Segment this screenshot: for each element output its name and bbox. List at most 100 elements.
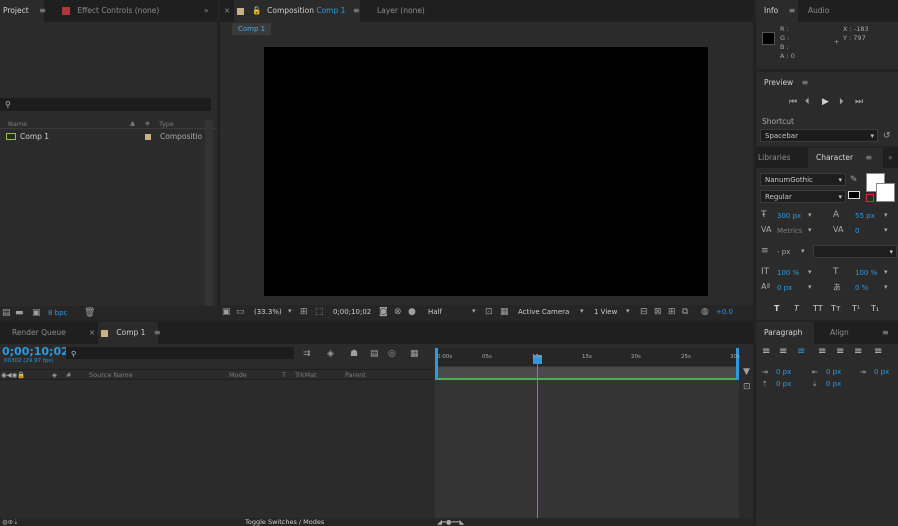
faux-italic-button[interactable]: T <box>794 304 799 313</box>
transparency-grid-icon[interactable]: ▦ <box>500 307 509 317</box>
panel-menu-icon[interactable]: ≡ <box>865 153 872 162</box>
tab-audio[interactable]: Audio <box>808 0 838 22</box>
toggle-switches-modes[interactable]: Toggle Switches / Modes <box>245 518 324 526</box>
close-tab-icon[interactable]: × <box>224 0 232 22</box>
show-snapshot-icon[interactable]: ⊗ <box>394 307 402 317</box>
font-size-value[interactable]: 300 px <box>777 212 801 220</box>
resolution-dropdown[interactable]: Half <box>428 308 442 316</box>
snapshot-camera-icon[interactable]: ◙ <box>379 307 388 317</box>
next-frame-icon[interactable]: ⏵ <box>839 97 844 107</box>
view-layout-dropdown[interactable]: 1 View <box>594 308 617 316</box>
tab-timeline-comp[interactable]: Comp 1 ≡ <box>98 322 161 344</box>
grid-icon[interactable]: ⊞ <box>300 307 308 317</box>
interpret-footage-icon[interactable]: ▤ <box>2 308 11 318</box>
panel-overflow-icon[interactable]: » <box>888 148 898 168</box>
no-color-swatch[interactable] <box>866 194 874 202</box>
sort-up-icon[interactable]: ▲ <box>130 119 135 127</box>
panel-menu-icon[interactable]: ≡ <box>353 6 360 15</box>
col-mode[interactable]: Mode <box>229 371 247 379</box>
panel-menu-icon[interactable]: ≡ <box>882 322 892 344</box>
tab-effect-controls[interactable]: Effect Controls (none) <box>62 0 197 22</box>
project-list-item[interactable]: Comp 1 Compositio ⧉ <box>0 131 217 143</box>
timeline-track-area[interactable] <box>435 348 739 518</box>
zoom-slider[interactable]: ◢━●━━◣ <box>437 518 464 526</box>
label-tag-icon[interactable]: ◈ <box>145 119 150 127</box>
comp-mini-flowchart-icon[interactable]: ⇉ <box>303 349 311 359</box>
trash-icon[interactable]: 🗑 <box>84 308 95 318</box>
new-composition-icon[interactable]: ▣ <box>32 308 41 318</box>
panel-menu-icon[interactable]: ≡ <box>154 328 161 337</box>
lock-icon[interactable]: 🔓 <box>252 6 261 15</box>
kerning-value[interactable]: Metrics <box>777 227 802 235</box>
bpc-label[interactable]: 8 bpc <box>48 309 67 317</box>
justify-center-icon[interactable]: ≡ <box>836 346 844 357</box>
indent-first-value[interactable]: 0 px <box>874 368 889 376</box>
align-center-icon[interactable]: ≡ <box>779 346 787 357</box>
leading-value[interactable]: 55 px <box>855 212 875 220</box>
space-before-value[interactable]: 0 px <box>776 380 791 388</box>
always-preview-icon[interactable]: ▣ <box>222 307 231 317</box>
reset-shortcut-icon[interactable]: ↺ <box>883 131 891 141</box>
close-tab-icon[interactable]: × <box>89 322 97 344</box>
panel-menu-icon[interactable]: ≡ <box>789 6 796 15</box>
mask-visibility-icon[interactable]: ⬚ <box>315 307 324 317</box>
all-caps-button[interactable]: TT <box>813 304 823 313</box>
vertical-scale-value[interactable]: 100 % <box>777 269 799 277</box>
stroke-color-swatch[interactable] <box>876 183 895 202</box>
justify-right-icon[interactable]: ≡ <box>854 346 862 357</box>
col-source-name[interactable]: Source Name <box>89 371 133 379</box>
zoom-dropdown[interactable]: (33.3%) <box>254 308 282 316</box>
tab-libraries[interactable]: Libraries <box>758 148 798 168</box>
tab-info[interactable]: Info ≡ <box>756 0 798 22</box>
timeline-navigator-icon[interactable]: ⊡ <box>743 382 751 392</box>
justify-left-icon[interactable]: ≡ <box>818 346 826 357</box>
black-swatch[interactable] <box>848 191 860 199</box>
region-of-interest-icon[interactable]: ⊡ <box>485 307 493 317</box>
comp-subtab[interactable]: Comp 1 <box>232 23 272 35</box>
col-trkmat[interactable]: TrkMat <box>295 371 317 379</box>
col-parent[interactable]: Parent <box>345 371 366 379</box>
align-left-icon[interactable]: ≡ <box>762 346 770 357</box>
graph-editor-icon[interactable]: ▦ <box>410 349 419 359</box>
shortcut-dropdown[interactable]: Spacebar ▾ <box>760 129 878 142</box>
stroke-style-dropdown[interactable]: ▾ <box>813 245 897 258</box>
work-area-end-handle[interactable] <box>736 348 739 380</box>
draft-3d-icon[interactable]: ◈ <box>327 349 334 359</box>
composition-viewer[interactable] <box>264 47 708 296</box>
work-area-bar[interactable] <box>435 367 739 378</box>
tab-paragraph[interactable]: Paragraph <box>756 322 814 344</box>
comp-marker-bin-icon[interactable]: ▼ <box>743 367 750 377</box>
work-area-start-handle[interactable] <box>435 348 438 380</box>
last-frame-icon[interactable]: ⏭ <box>855 97 863 107</box>
panel-menu-icon[interactable]: ≡ <box>39 6 46 15</box>
channel-icon[interactable]: ● <box>408 307 416 317</box>
tab-project[interactable]: Project ≡ <box>0 0 46 22</box>
camera-dropdown[interactable]: Active Camera <box>518 308 569 316</box>
exposure-value[interactable]: +0.0 <box>716 308 733 316</box>
tab-character[interactable]: Character ≡ <box>808 148 883 168</box>
superscript-button[interactable]: T¹ <box>852 304 860 313</box>
space-after-value[interactable]: 0 px <box>826 380 841 388</box>
first-frame-icon[interactable]: ⏮ <box>789 97 797 107</box>
tsume-value[interactable]: 0 % <box>855 284 868 292</box>
previous-frame-icon[interactable]: ⏴ <box>805 97 810 107</box>
tab-align[interactable]: Align <box>830 322 860 344</box>
font-family-dropdown[interactable]: NanumGothic ▾ <box>760 173 846 186</box>
new-folder-icon[interactable]: ▬ <box>15 308 24 318</box>
align-right-icon[interactable]: ≡ <box>797 346 805 357</box>
font-style-dropdown[interactable]: Regular ▾ <box>760 190 846 203</box>
panel-menu-icon[interactable]: ≡ <box>802 78 809 87</box>
timeline-search-input[interactable]: ⚲ <box>66 347 294 359</box>
toggle-pixel-aspect-icon[interactable]: ⊟ <box>640 307 648 317</box>
timeline-icon[interactable]: ⊞ <box>668 307 676 317</box>
tab-composition[interactable]: 🔓 Composition Comp 1 ≡ <box>234 0 360 22</box>
comp-timecode[interactable]: 0;00;10;02 <box>333 308 371 316</box>
col-name-header[interactable]: Name <box>8 120 27 128</box>
faux-bold-button[interactable]: T <box>774 304 779 313</box>
hide-shy-layers-icon[interactable]: ☗ <box>350 349 358 359</box>
baseline-shift-value[interactable]: 0 px <box>777 284 792 292</box>
indent-right-value[interactable]: 0 px <box>826 368 841 376</box>
motion-blur-icon[interactable]: ◎ <box>388 349 396 359</box>
subscript-button[interactable]: T₁ <box>871 304 879 313</box>
reset-exposure-icon[interactable]: ◍ <box>701 307 709 317</box>
